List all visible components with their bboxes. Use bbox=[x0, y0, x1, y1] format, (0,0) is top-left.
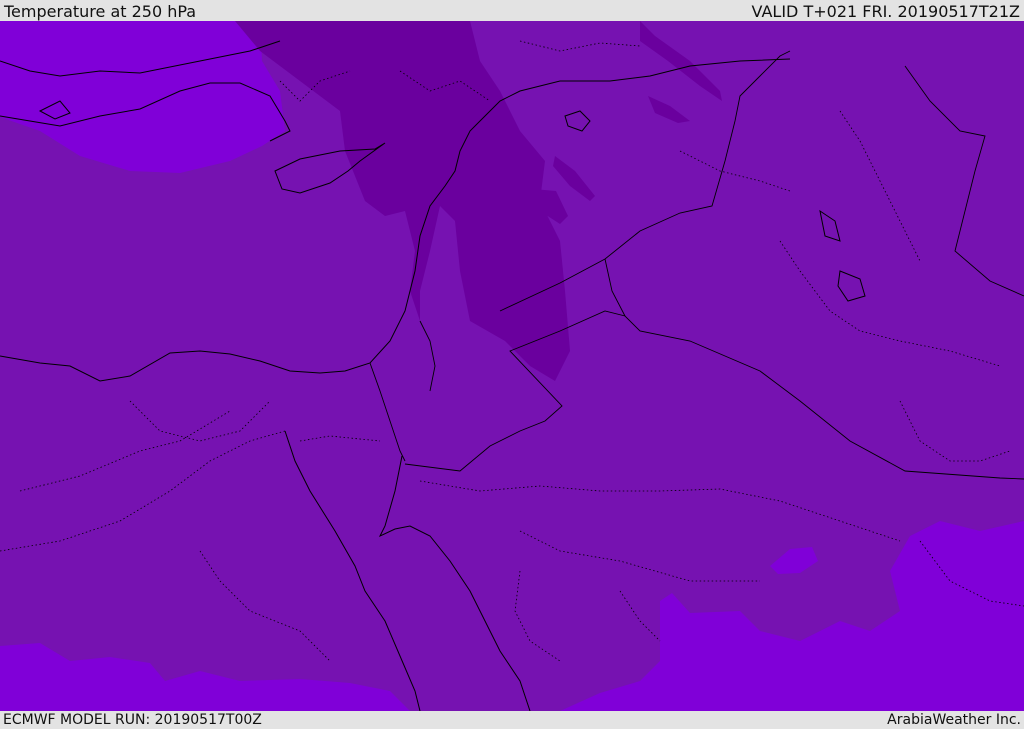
map-title: Temperature at 250 hPa bbox=[4, 2, 197, 21]
forecast-map-viewer: Temperature at 250 hPa VALID T+021 FRI. … bbox=[0, 0, 1024, 729]
footer-bar: ECMWF MODEL RUN: 20190517T00Z ArabiaWeat… bbox=[0, 711, 1024, 729]
temperature-map bbox=[0, 21, 1024, 711]
valid-time: VALID T+021 FRI. 20190517T21Z bbox=[751, 2, 1020, 21]
header-bar: Temperature at 250 hPa VALID T+021 FRI. … bbox=[0, 0, 1024, 21]
model-run-label: ECMWF MODEL RUN: 20190517T00Z bbox=[3, 712, 262, 728]
credit-label: ArabiaWeather Inc. bbox=[887, 712, 1021, 728]
